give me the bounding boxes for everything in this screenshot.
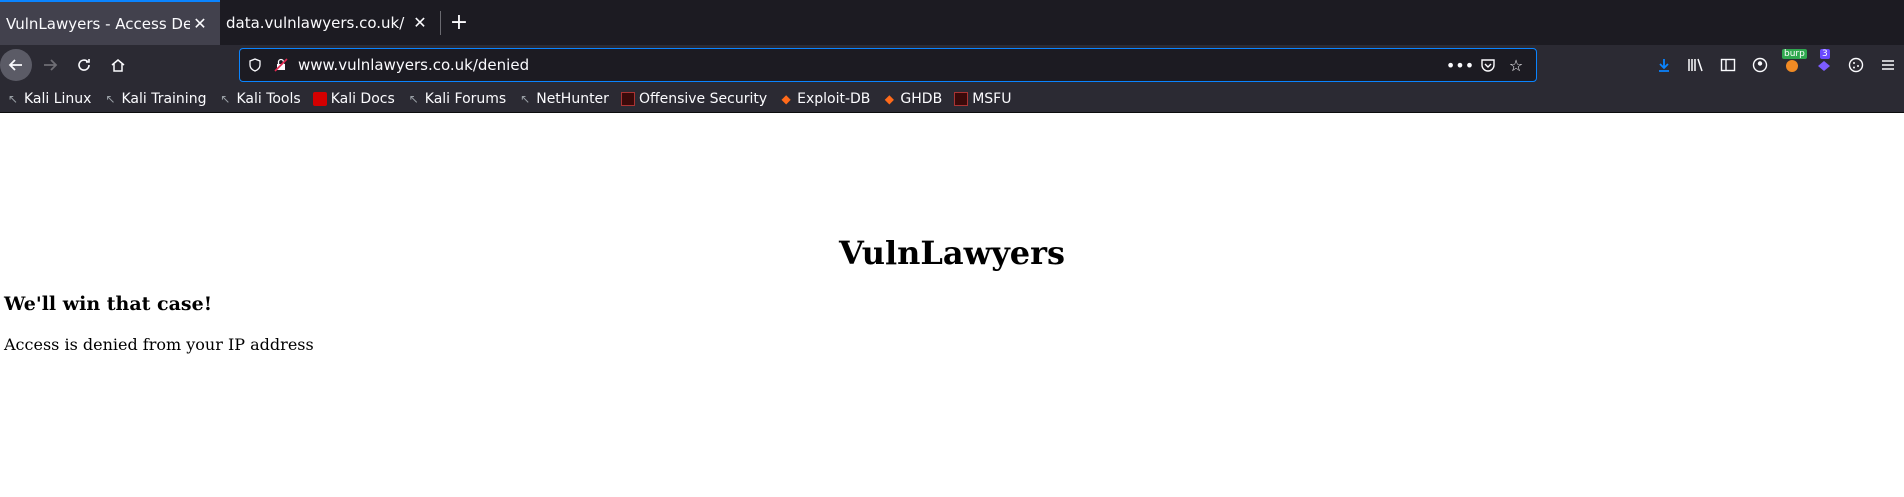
tab-title: VulnLawyers - Access Denied [6, 14, 190, 33]
bookmark-label: Kali Forums [424, 90, 507, 107]
url-text: www.vulnlawyers.co.uk/denied [298, 56, 530, 74]
bookmark-ghdb[interactable]: ◆ GHDB [882, 91, 942, 107]
nethunter-icon: ↖ [520, 91, 531, 106]
bookmark-exploit-db[interactable]: ◆ Exploit-DB [779, 90, 871, 107]
tab-data-vulnlawyers[interactable]: data.vulnlawyers.co.uk/ ✕ [220, 0, 440, 45]
tab-title: data.vulnlawyers.co.uk/ [226, 13, 405, 32]
bookmark-label: MSFU [972, 90, 1012, 107]
new-tab-button[interactable]: + [441, 0, 477, 45]
bookmarks-toolbar: ↖ Kali Linux ↖ Kali Training ↖ Kali Tools K… [0, 85, 1904, 113]
ghdb-icon: ◆ [884, 91, 895, 106]
bookmark-offensive-security[interactable]: Offensive Security [620, 90, 768, 107]
exploit-db-icon: ◆ [781, 91, 791, 106]
account-button[interactable] [1744, 49, 1776, 81]
app-menu-button[interactable] [1872, 49, 1904, 81]
tab-strip: VulnLawyers - Access Denied ✕ data.vulnl… [0, 0, 1904, 45]
library-icon [1688, 58, 1703, 72]
bookmark-star-icon[interactable]: ☆ [1502, 56, 1530, 75]
bookmark-kali-training[interactable]: ↖ Kali Training [103, 91, 206, 107]
cookie-button[interactable] [1840, 49, 1872, 81]
bookmark-label: NetHunter [536, 90, 609, 107]
offsec-icon [620, 91, 635, 106]
bookmark-label: GHDB [900, 90, 943, 107]
browser-window: VulnLawyers - Access Denied ✕ data.vulnl… [0, 0, 1904, 497]
insecure-lock-icon[interactable] [270, 54, 292, 76]
library-button[interactable] [1680, 49, 1712, 81]
close-icon[interactable]: ✕ [190, 14, 210, 33]
kali-docs-icon [312, 91, 327, 106]
navigation-bar: www.vulnlawyers.co.uk/denied ••• ☆ burp … [0, 45, 1904, 85]
extension-icon [1818, 61, 1830, 71]
more-actions-icon[interactable]: ••• [1446, 56, 1474, 75]
extension-button[interactable]: 3 [1808, 49, 1840, 81]
bookmark-nethunter[interactable]: ↖ NetHunter [518, 91, 609, 107]
downloads-button[interactable] [1648, 49, 1680, 81]
cookie-icon [1848, 57, 1864, 73]
reload-button[interactable] [68, 49, 100, 81]
access-denied-message: Access is denied from your IP address [4, 335, 314, 354]
kali-dragon-icon: ↖ [7, 91, 19, 106]
bookmark-label: Exploit-DB [797, 90, 871, 107]
close-icon[interactable]: ✕ [410, 13, 430, 32]
page-actions: ••• ☆ [1446, 56, 1530, 75]
burp-icon [1786, 60, 1798, 72]
burp-badge: burp [1782, 49, 1807, 59]
bookmark-label: Kali Training [121, 90, 207, 107]
kali-dragon-icon: ↖ [105, 91, 116, 106]
bookmark-kali-linux[interactable]: ↖ Kali Linux [6, 90, 92, 107]
burp-extension-button[interactable]: burp [1776, 49, 1808, 81]
bookmark-label: Offensive Security [638, 90, 768, 107]
msfu-icon [954, 91, 969, 106]
pocket-icon[interactable] [1474, 57, 1502, 73]
download-icon [1659, 59, 1669, 72]
sidebar-button[interactable] [1712, 49, 1744, 81]
arrow-left-icon [8, 59, 22, 71]
plus-icon: + [449, 10, 469, 35]
bookmark-label: Kali Docs [330, 90, 395, 107]
back-button[interactable] [0, 49, 32, 81]
tracking-protection-icon[interactable] [244, 54, 266, 76]
kali-dragon-icon: ↖ [220, 91, 231, 106]
bookmark-kali-tools[interactable]: ↖ Kali Tools [218, 91, 300, 107]
home-icon [111, 59, 125, 72]
tagline: We'll win that case! [4, 293, 213, 315]
forward-button[interactable] [34, 49, 66, 81]
reload-icon [78, 59, 90, 71]
hamburger-menu-icon [1882, 60, 1894, 70]
bookmark-label: Kali Linux [24, 90, 92, 107]
bookmark-kali-docs[interactable]: Kali Docs [312, 90, 395, 107]
site-title: VulnLawyers [838, 234, 1066, 272]
account-icon [1752, 57, 1768, 73]
bookmark-kali-forums[interactable]: ↖ Kali Forums [407, 91, 506, 107]
address-bar[interactable]: www.vulnlawyers.co.uk/denied ••• ☆ [239, 48, 1537, 82]
arrow-right-icon [44, 59, 58, 71]
tab-vulnlawyers[interactable]: VulnLawyers - Access Denied ✕ [0, 0, 220, 45]
home-button[interactable] [102, 49, 134, 81]
page-content: VulnLawyers We'll win that case! Access … [0, 113, 1904, 497]
bookmark-label: Kali Tools [236, 90, 301, 107]
kali-dragon-icon: ↖ [408, 91, 419, 106]
bookmark-msfu[interactable]: MSFU [954, 91, 1011, 107]
extension-badge: 3 [1820, 49, 1830, 59]
toolbar-right: burp 3 [1648, 45, 1904, 85]
sidebar-icon [1720, 58, 1736, 72]
